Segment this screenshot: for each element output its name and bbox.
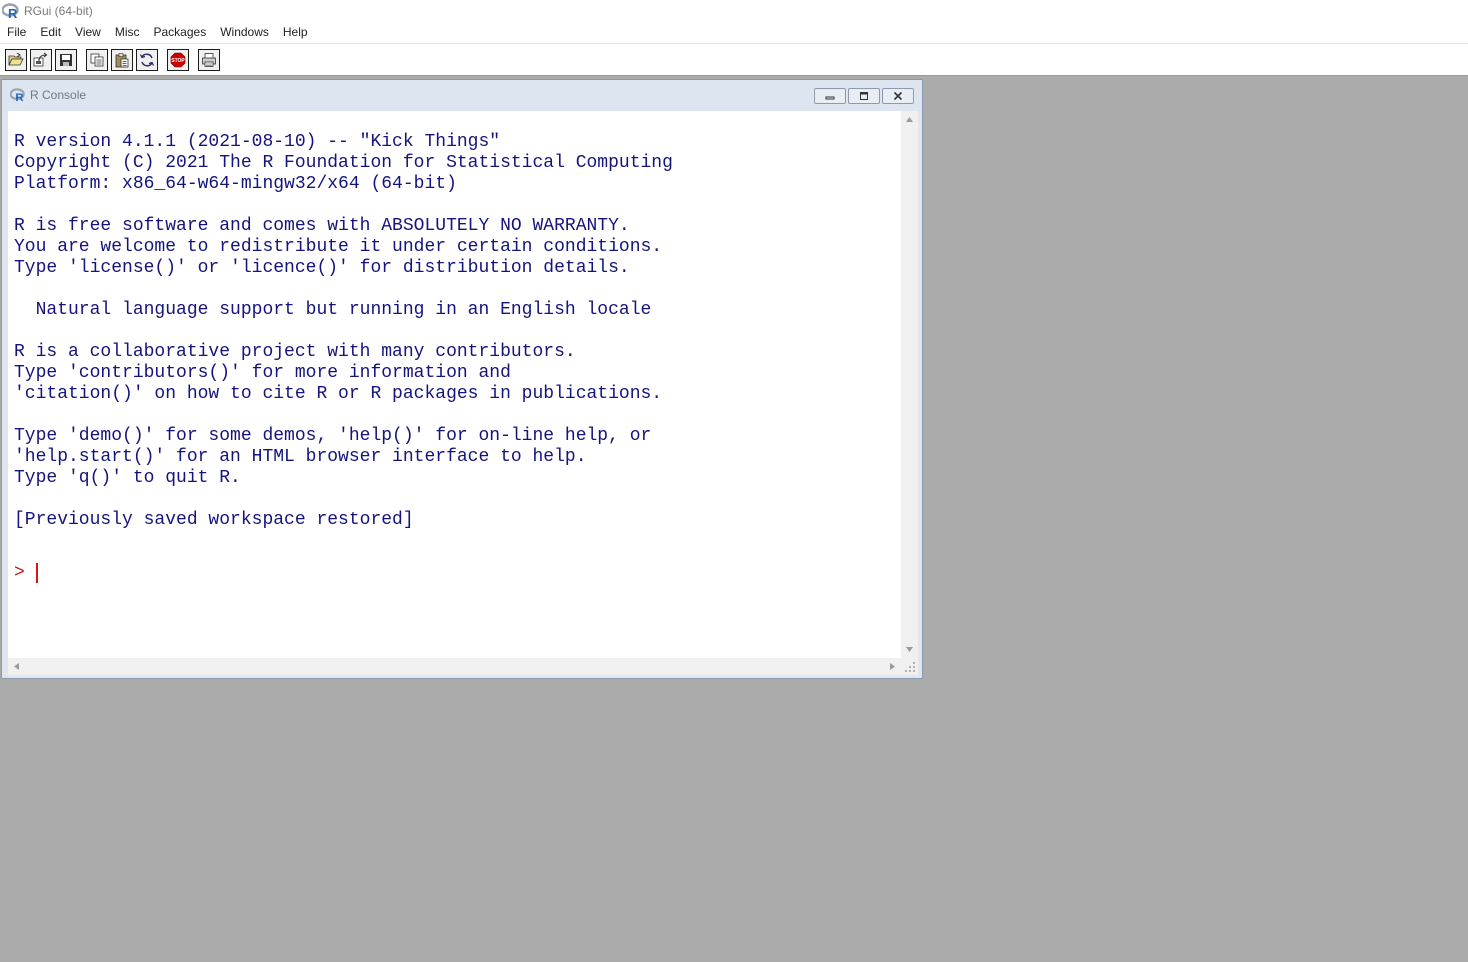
restore-icon xyxy=(860,92,868,100)
resize-grip-icon xyxy=(905,662,915,672)
console-titlebar[interactable]: R R Console xyxy=(2,80,922,110)
close-button[interactable] xyxy=(882,88,914,104)
stop-button[interactable]: STOP xyxy=(167,48,189,71)
copy-icon xyxy=(90,53,104,66)
r-logo-icon: R xyxy=(10,88,25,102)
arrow-up-icon xyxy=(906,117,913,122)
command-prompt[interactable]: > xyxy=(14,562,38,583)
menu-edit[interactable]: Edit xyxy=(33,22,68,43)
menu-packages[interactable]: Packages xyxy=(147,22,214,43)
scroll-up-button[interactable] xyxy=(901,111,918,128)
console-output-area[interactable]: R version 4.1.1 (2021-08-10) -- "Kick Th… xyxy=(8,111,918,675)
horizontal-scrollbar[interactable] xyxy=(8,658,901,675)
load-workspace-button[interactable] xyxy=(30,48,52,71)
copy-paste-button[interactable] xyxy=(136,48,158,71)
vertical-scrollbar[interactable] xyxy=(901,111,918,658)
copy-button[interactable] xyxy=(86,48,108,71)
toolbar: STOP xyxy=(0,44,1468,76)
stop-icon: STOP xyxy=(170,52,185,67)
menu-windows[interactable]: Windows xyxy=(213,22,276,43)
paste-button[interactable] xyxy=(111,48,133,71)
stop-label: STOP xyxy=(171,58,185,64)
folder-open-icon xyxy=(8,52,24,65)
app-title: RGui (64-bit) xyxy=(24,4,93,18)
minimize-button[interactable] xyxy=(814,88,846,104)
save-workspace-button[interactable] xyxy=(55,48,77,71)
console-title: R Console xyxy=(30,88,87,102)
scroll-down-button[interactable] xyxy=(901,641,918,658)
app-titlebar: R RGui (64-bit) xyxy=(0,0,1468,22)
r-logo-icon: R xyxy=(2,3,19,19)
print-button[interactable] xyxy=(198,48,220,71)
open-script-button[interactable] xyxy=(5,48,27,71)
maximize-button[interactable] xyxy=(848,88,880,104)
refresh-icon xyxy=(139,53,155,66)
svg-text:R: R xyxy=(15,92,23,102)
menubar: File Edit View Misc Packages Windows Hel… xyxy=(0,22,1468,44)
mdi-workspace: R R Console R version 4.1.1 (2021-08-10)… xyxy=(0,76,1468,962)
load-workspace-icon xyxy=(33,52,48,66)
scroll-left-button[interactable] xyxy=(8,658,25,675)
menu-file[interactable]: File xyxy=(0,22,33,43)
arrow-left-icon xyxy=(14,663,19,670)
scroll-right-button[interactable] xyxy=(884,658,901,675)
minimize-icon xyxy=(825,96,835,100)
text-cursor xyxy=(35,562,38,583)
paste-icon xyxy=(115,52,129,67)
arrow-right-icon xyxy=(890,663,895,670)
window-controls xyxy=(812,88,914,104)
close-icon xyxy=(893,91,903,101)
menu-misc[interactable]: Misc xyxy=(108,22,147,43)
r-console-window: R R Console R version 4.1.1 (2021-08-10)… xyxy=(1,79,923,679)
menu-help[interactable]: Help xyxy=(276,22,315,43)
svg-text:R: R xyxy=(8,6,18,19)
save-icon xyxy=(60,53,72,66)
resize-grip[interactable] xyxy=(901,658,918,675)
arrow-down-icon xyxy=(906,647,913,652)
prompt-symbol: > xyxy=(14,562,25,583)
menu-view[interactable]: View xyxy=(68,22,108,43)
console-output: R version 4.1.1 (2021-08-10) -- "Kick Th… xyxy=(14,132,673,530)
print-icon xyxy=(202,52,216,67)
